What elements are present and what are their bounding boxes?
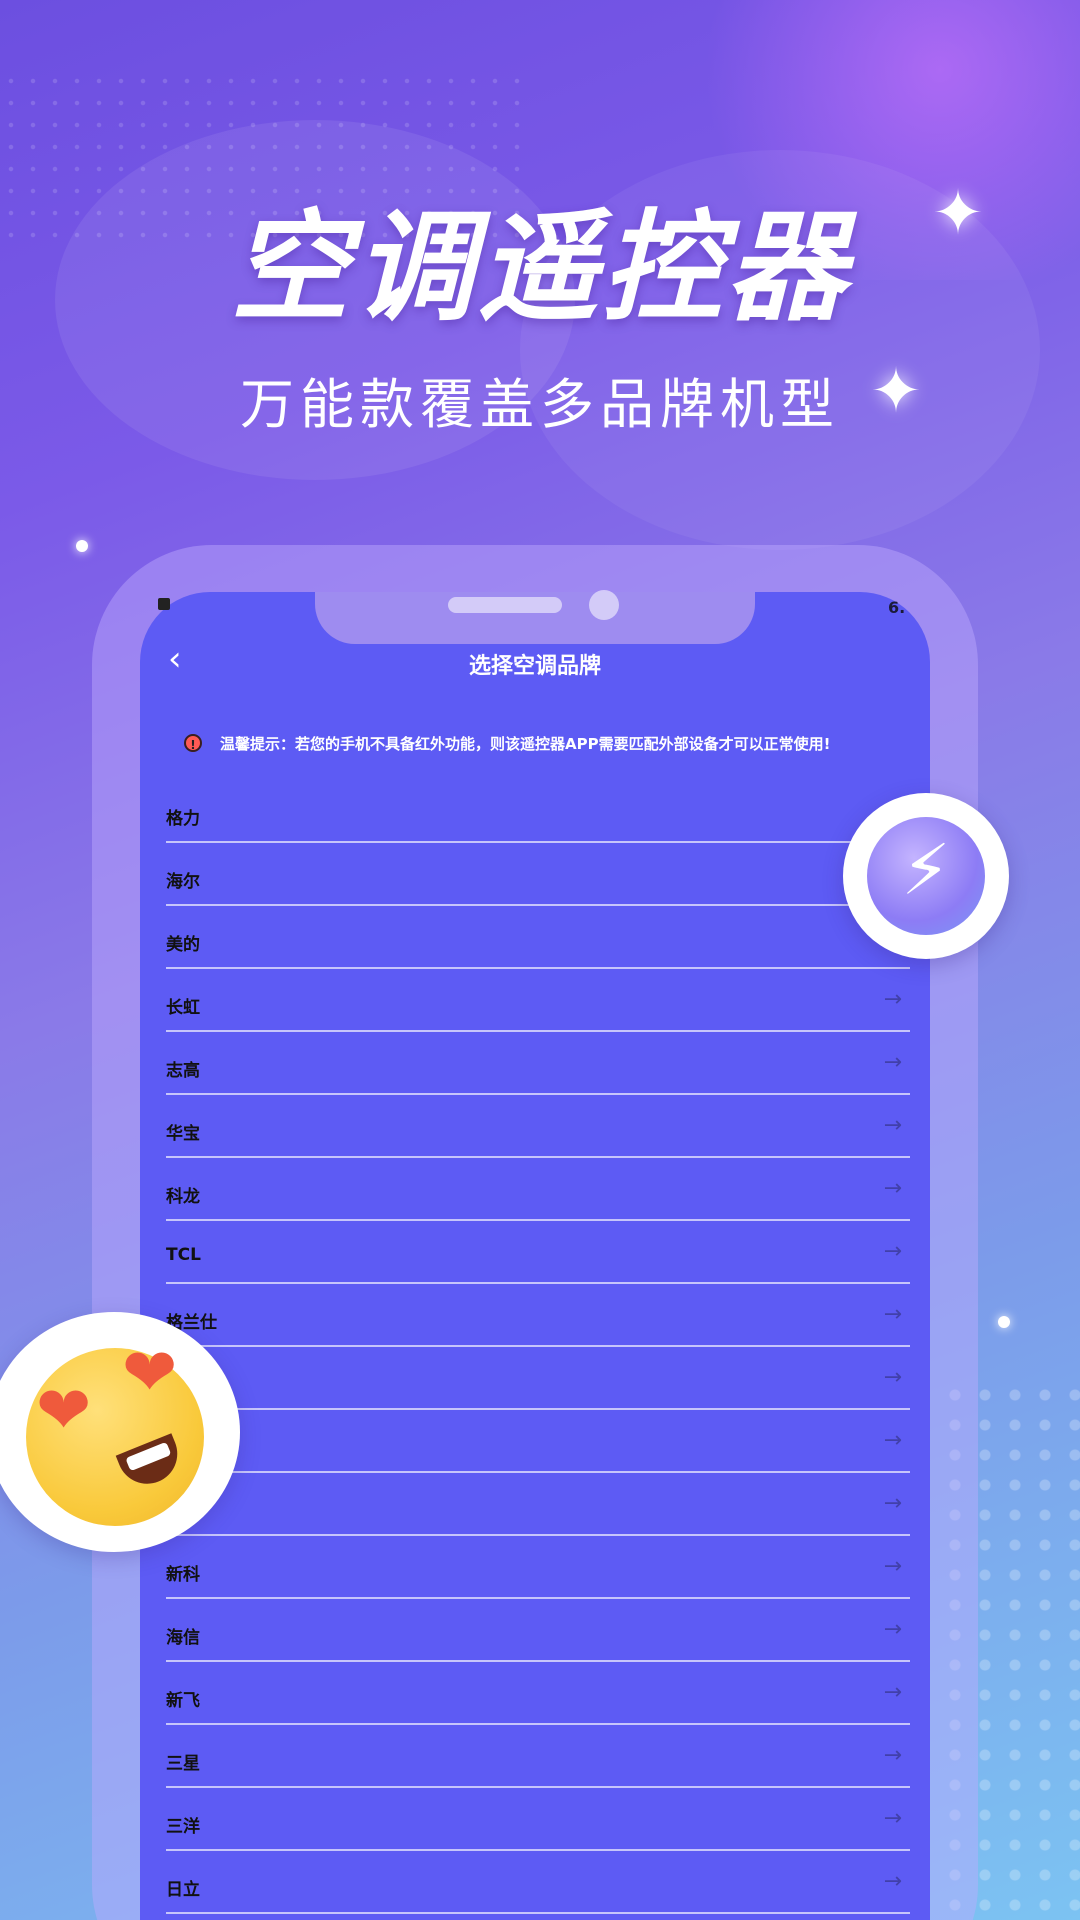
sparkle-icon: ✦ bbox=[932, 176, 984, 249]
heart-icon: ❤ bbox=[36, 1372, 92, 1449]
list-item[interactable]: → bbox=[166, 1473, 910, 1536]
list-item[interactable]: 长虹 → bbox=[166, 969, 910, 1032]
brand-label: 海信 bbox=[166, 1628, 200, 1648]
notice-banner: ! 温馨提示：若您的手机不具备红外功能，则该遥控器APP需要匹配外部设备才可以正… bbox=[184, 728, 830, 758]
brand-label: 美的 bbox=[166, 935, 200, 955]
mouth-shape bbox=[115, 1433, 187, 1493]
page-title: 选择空调品牌 bbox=[468, 654, 601, 679]
status-battery: 6. bbox=[888, 598, 906, 617]
list-item[interactable]: 科龙 → bbox=[166, 1158, 910, 1221]
brand-label: 格力 bbox=[166, 809, 200, 829]
arrow-right-icon: → bbox=[883, 1176, 902, 1201]
brand-label: TCL bbox=[166, 1245, 201, 1265]
list-item[interactable]: → bbox=[166, 1410, 910, 1473]
front-camera bbox=[589, 590, 619, 620]
brand-label: 科龙 bbox=[166, 1187, 200, 1207]
light-dot bbox=[76, 540, 88, 552]
arrow-right-icon: → bbox=[883, 1491, 902, 1516]
arrow-right-icon: → bbox=[883, 1680, 902, 1705]
sparkle-icon: ✦ bbox=[870, 354, 922, 427]
arrow-right-icon: → bbox=[883, 1806, 902, 1831]
arrow-right-icon: → bbox=[883, 987, 902, 1012]
brand-label: 三星 bbox=[166, 1754, 200, 1774]
notice-text: 温馨提示：若您的手机不具备红外功能，则该遥控器APP需要匹配外部设备才可以正常使… bbox=[220, 734, 831, 753]
list-item[interactable]: 格兰仕 → bbox=[166, 1284, 910, 1347]
lightning-icon: ⚡ bbox=[901, 829, 951, 911]
arrow-right-icon: → bbox=[883, 1050, 902, 1075]
list-item[interactable]: 格力→ bbox=[166, 780, 910, 843]
list-item[interactable]: 华宝 → bbox=[166, 1095, 910, 1158]
list-item[interactable]: → bbox=[166, 1347, 910, 1410]
list-item[interactable]: 三洋 → bbox=[166, 1788, 910, 1851]
arrow-right-icon: → bbox=[883, 1113, 902, 1138]
arrow-right-icon: → bbox=[883, 1365, 902, 1390]
brand-label: 长虹 bbox=[166, 998, 200, 1018]
speaker-grill bbox=[448, 597, 562, 613]
brand-label: 三洋 bbox=[166, 1817, 200, 1837]
list-item[interactable]: 新科 → bbox=[166, 1536, 910, 1599]
list-item[interactable]: 美的→ bbox=[166, 906, 910, 969]
promo-headline: 空调遥控器 bbox=[230, 199, 850, 338]
brand-label: 新飞 bbox=[166, 1691, 200, 1711]
brand-list: 格力→ 海尔→ 美的→ 长虹→ 志高→ 华宝→ 科龙→ TCL→ 格兰仕→ → … bbox=[166, 780, 910, 1914]
status-icon bbox=[158, 598, 170, 610]
promo-page: 空调遥控器 万能款覆盖多品牌机型 ✦ ✦ 6. ‹ 选择空调品牌 ! 温馨提示：… bbox=[0, 0, 1080, 1920]
list-item[interactable]: 三星 → bbox=[166, 1725, 910, 1788]
brand-label: 新科 bbox=[166, 1565, 200, 1585]
heart-icon: ❤ bbox=[122, 1334, 178, 1411]
arrow-right-icon: → bbox=[883, 1869, 902, 1894]
list-item[interactable]: TCL → bbox=[166, 1221, 910, 1284]
arrow-right-icon: → bbox=[883, 1302, 902, 1327]
list-item[interactable]: 志高 → bbox=[166, 1032, 910, 1095]
list-item[interactable]: 新飞 → bbox=[166, 1662, 910, 1725]
lightning-badge: ⚡ bbox=[843, 793, 1009, 959]
arrow-right-icon: → bbox=[883, 1743, 902, 1768]
arrow-right-icon: → bbox=[883, 1617, 902, 1642]
arrow-right-icon: → bbox=[883, 1428, 902, 1453]
list-item[interactable]: 日立 → bbox=[166, 1851, 910, 1914]
arrow-right-icon: → bbox=[883, 1554, 902, 1579]
nav-bar: ‹ 选择空调品牌 bbox=[140, 640, 930, 690]
brand-label: 华宝 bbox=[166, 1124, 200, 1144]
lightning-circle: ⚡ bbox=[867, 817, 985, 935]
brand-label: 志高 bbox=[166, 1061, 200, 1081]
list-item[interactable]: 海尔→ bbox=[166, 843, 910, 906]
heart-eyes-emoji-icon: ❤ ❤ bbox=[26, 1340, 204, 1526]
list-item[interactable]: 海信 → bbox=[166, 1599, 910, 1662]
arrow-right-icon: → bbox=[883, 1239, 902, 1264]
brand-label: 海尔 bbox=[166, 872, 200, 892]
light-dot bbox=[998, 1316, 1010, 1328]
alert-icon: ! bbox=[184, 734, 202, 752]
brand-label: 日立 bbox=[166, 1880, 200, 1900]
